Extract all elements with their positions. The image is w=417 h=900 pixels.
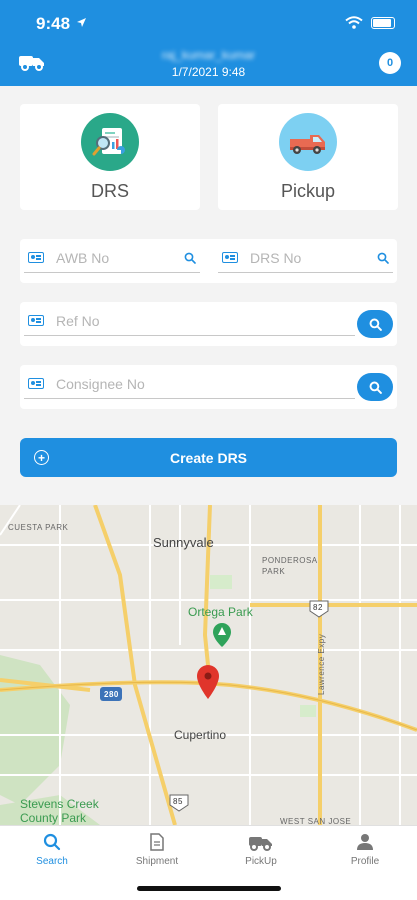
drs-field[interactable]: DRS No <box>218 243 393 273</box>
tab-shipment-label: Shipment <box>135 856 179 867</box>
create-drs-label: Create DRS <box>169 449 248 466</box>
tab-profile[interactable]: Profile <box>325 833 405 867</box>
consignee-placeholder: Consignee No <box>56 375 145 392</box>
tab-shipment[interactable]: Shipment <box>117 833 197 867</box>
map-area-ponderosa: PONDEROSA PARK <box>262 556 318 576</box>
search-icon <box>369 318 382 331</box>
tab-search[interactable]: Search <box>12 833 92 867</box>
awb-drs-row: AWB No DRS No <box>20 239 397 283</box>
map-shield-82: 82 <box>313 603 323 612</box>
ref-search-button[interactable] <box>357 310 393 338</box>
id-card-icon <box>222 252 238 263</box>
awb-placeholder: AWB No <box>56 249 110 266</box>
tab-search-label: Search <box>36 856 68 867</box>
map-view[interactable]: CUESTA PARK Sunnyvale PONDEROSA PARK Ort… <box>0 505 417 825</box>
drs-card[interactable]: DRS <box>20 104 200 210</box>
plus-circle-icon: + <box>34 450 49 465</box>
drs-card-label: DRS <box>90 181 129 201</box>
search-icon <box>369 381 382 394</box>
map-city-sunnyvale: Sunnyvale <box>153 535 214 550</box>
wifi-icon <box>345 16 363 29</box>
map-park-stevens-creek: Stevens Creek County Park <box>20 797 99 825</box>
drs-report-icon <box>81 113 139 171</box>
tab-profile-label: Profile <box>350 856 380 867</box>
map-city-cupertino: Cupertino <box>174 728 227 742</box>
pickup-card-label: Pickup <box>280 181 336 201</box>
header-datetime: 1/7/2021 9:48 <box>171 65 246 79</box>
search-icon[interactable] <box>184 252 196 264</box>
create-drs-button[interactable]: + Create DRS <box>20 438 397 477</box>
status-time: 9:48 <box>36 14 71 33</box>
pickup-truck-icon <box>279 113 337 171</box>
ref-row: Ref No <box>20 302 397 346</box>
map-area-west-san-jose: WEST SAN JOSE <box>280 817 352 825</box>
map-area-cuesta: CUESTA PARK <box>8 523 69 532</box>
pickup-card[interactable]: Pickup <box>218 104 398 210</box>
ref-field[interactable]: Ref No <box>24 306 355 336</box>
notification-badge[interactable]: 0 <box>379 52 401 74</box>
home-indicator <box>137 886 281 891</box>
map-roads <box>0 505 417 825</box>
map-shield-280: 280 <box>104 690 119 699</box>
id-card-icon <box>28 315 44 326</box>
consignee-row: Consignee No <box>20 365 397 409</box>
consignee-field[interactable]: Consignee No <box>24 369 355 399</box>
battery-icon <box>371 16 395 29</box>
app-header: 9:48 raj_kumar_kumar 1/7/2021 9:48 0 <box>0 0 417 86</box>
id-card-icon <box>28 378 44 389</box>
document-icon <box>150 833 164 851</box>
consignee-search-button[interactable] <box>357 373 393 401</box>
map-road-lawrence: Lawrence Expy <box>317 633 326 695</box>
ref-placeholder: Ref No <box>56 312 100 329</box>
map-shield-85: 85 <box>173 797 183 806</box>
truck-icon <box>249 837 272 851</box>
location-arrow-icon <box>77 18 86 27</box>
tab-pickup-label: PickUp <box>245 856 277 867</box>
person-icon <box>357 834 373 850</box>
user-name: raj_kumar_kumar <box>161 48 256 62</box>
drs-placeholder: DRS No <box>250 249 302 266</box>
search-icon <box>43 833 61 851</box>
id-card-icon <box>28 252 44 263</box>
awb-field[interactable]: AWB No <box>24 243 200 273</box>
status-icons <box>345 16 395 29</box>
search-icon[interactable] <box>377 252 389 264</box>
tab-pickup[interactable]: PickUp <box>221 833 301 867</box>
map-park-ortega: Ortega Park <box>188 605 253 619</box>
